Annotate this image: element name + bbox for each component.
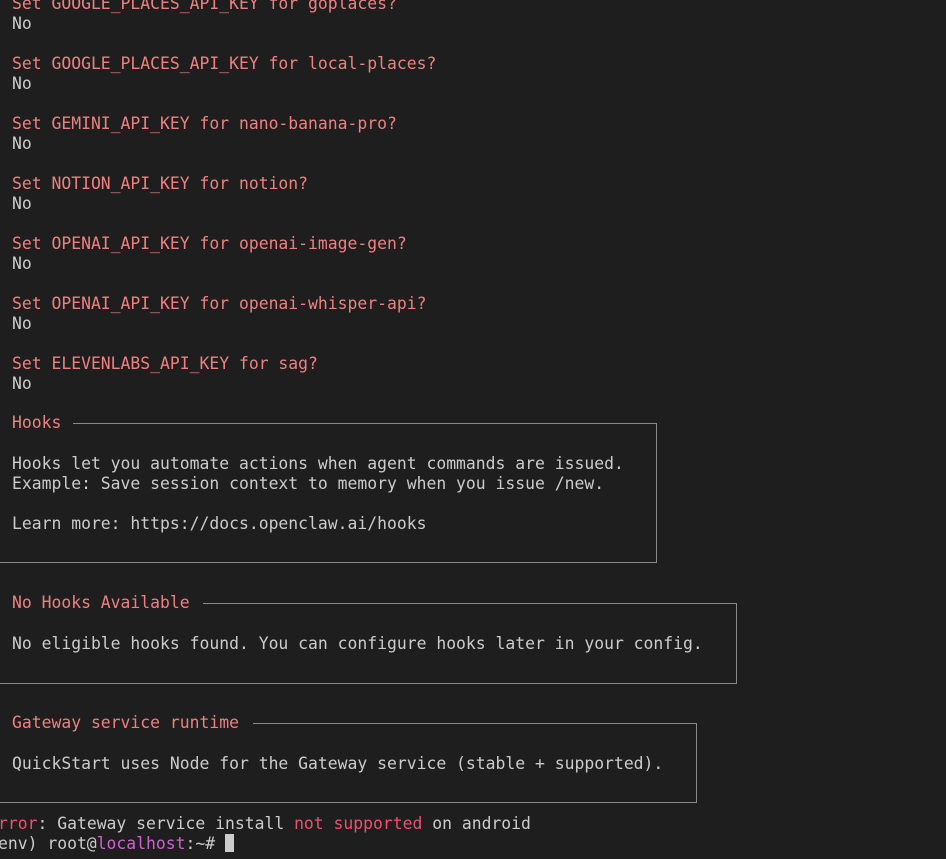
hooks-box-top-rule — [73, 423, 656, 424]
hooks-box-title: Hooks — [12, 413, 62, 432]
no-hooks-message: No eligible hooks found. You can configu… — [12, 634, 703, 653]
question-openai-image-gen: Set OPENAI_API_KEY for openai-image-gen? — [12, 234, 407, 253]
prompt-suffix: :~# — [185, 834, 225, 853]
hooks-learn-more: Learn more: https://docs.openclaw.ai/hoo… — [12, 514, 427, 533]
hooks-description: Hooks let you automate actions when agen… — [12, 454, 624, 473]
error-text-1: : Gateway service install — [37, 814, 295, 833]
gateway-runtime-message: QuickStart uses Node for the Gateway ser… — [12, 754, 664, 773]
question-openai-whisper-api: Set OPENAI_API_KEY for openai-whisper-ap… — [12, 294, 427, 313]
cursor-block[interactable] — [224, 834, 234, 852]
answer-nano-banana-pro: No — [12, 134, 32, 153]
question-nano-banana-pro: Set GEMINI_API_KEY for nano-banana-pro? — [12, 114, 397, 133]
answer-local-places: No — [12, 74, 32, 93]
error-prefix: rror — [0, 814, 38, 833]
prompt-env-user: env) root@ — [0, 834, 97, 853]
question-notion: Set NOTION_API_KEY for notion? — [12, 174, 309, 193]
answer-openai-whisper-api: No — [12, 314, 32, 333]
error-highlight: not supported — [294, 814, 423, 833]
answer-notion: No — [12, 194, 32, 213]
hooks-example: Example: Save session context to memory … — [12, 474, 605, 493]
question-sag: Set ELEVENLABS_API_KEY for sag? — [12, 354, 318, 373]
no-hooks-box-top-rule — [203, 603, 736, 604]
answer-openai-image-gen: No — [12, 254, 32, 273]
shell-prompt[interactable]: env) root@localhost:~# — [0, 834, 234, 854]
answer-goplaces: No — [12, 14, 32, 33]
gateway-box-top-rule — [253, 723, 696, 724]
question-goplaces: Set GOOGLE_PLACES_API_KEY for goplaces? — [12, 0, 397, 13]
question-local-places: Set GOOGLE_PLACES_API_KEY for local-plac… — [12, 54, 437, 73]
error-text-2: on android — [422, 814, 531, 833]
answer-sag: No — [12, 374, 32, 393]
error-line: rror: Gateway service install not suppor… — [0, 814, 531, 834]
no-hooks-box-title: No Hooks Available — [12, 593, 190, 612]
prompt-host: localhost — [96, 834, 186, 853]
gateway-box-title: Gateway service runtime — [12, 713, 239, 732]
